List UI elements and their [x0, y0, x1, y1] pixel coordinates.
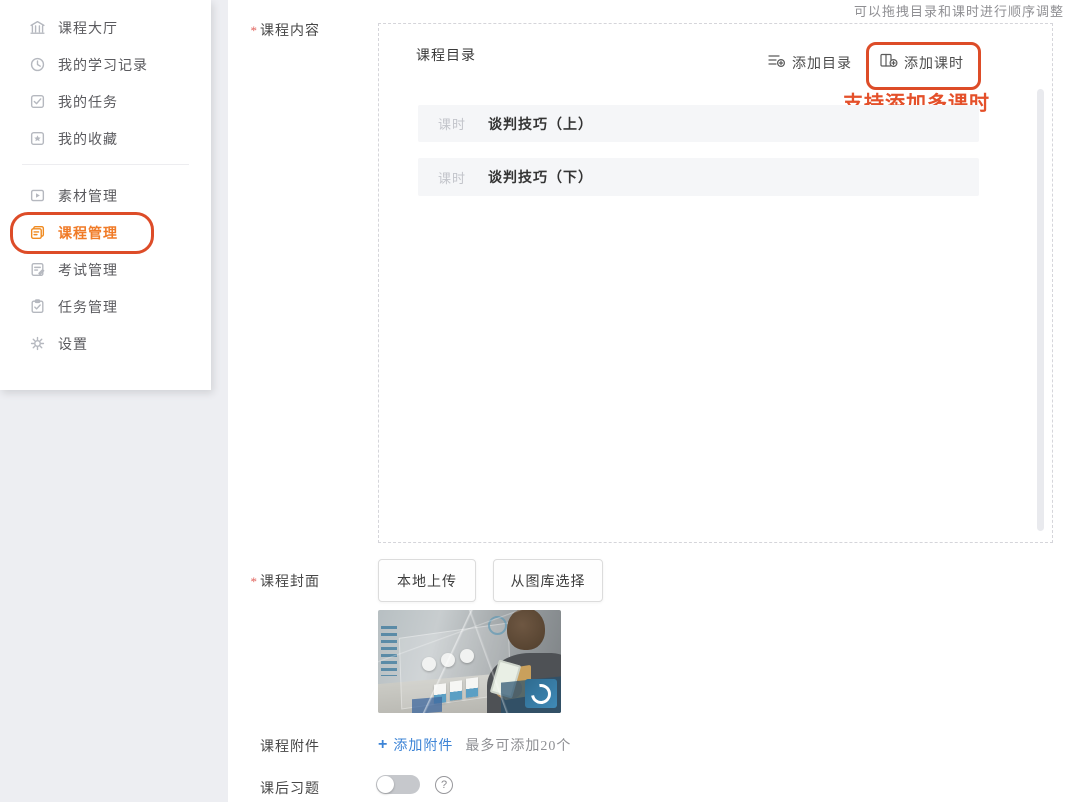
sidebar-item-label: 考试管理: [58, 261, 118, 278]
sidebar-nav: 课程大厅 我的学习记录 我的任务 我的收藏 素材管理 课程管理 考试管理 任务管…: [0, 0, 211, 362]
exam-edit-icon: [28, 261, 46, 279]
field-label-exercise: 课后习题: [260, 782, 320, 797]
field-label-course-content: * 课程内容: [250, 23, 320, 39]
sidebar-item-label: 我的收藏: [58, 130, 118, 147]
lesson-title: 谈判技巧（上）: [488, 117, 594, 133]
sidebar-item-course-hall[interactable]: 课程大厅: [0, 9, 211, 46]
collect-star-icon: [28, 130, 46, 148]
sidebar-item-label: 任务管理: [58, 298, 118, 315]
add-lesson-label: 添加课时: [904, 57, 964, 72]
upload-local-button[interactable]: 本地上传: [378, 559, 476, 602]
add-attachment-link[interactable]: 添加附件: [393, 735, 453, 755]
sidebar-item-learning-records[interactable]: 我的学习记录: [0, 46, 211, 83]
sidebar-item-label: 课程管理: [58, 224, 118, 241]
exercise-toggle[interactable]: [376, 775, 420, 794]
lesson-row[interactable]: 课时 谈判技巧（上）: [418, 105, 979, 142]
sidebar-item-my-favorites[interactable]: 我的收藏: [0, 120, 211, 157]
help-icon[interactable]: ?: [435, 776, 453, 794]
bank-icon: [28, 19, 46, 37]
required-asterisk: *: [250, 23, 258, 38]
sidebar-item-my-tasks[interactable]: 我的任务: [0, 83, 211, 120]
lesson-tag: 课时: [438, 117, 467, 132]
lesson-title: 谈判技巧（下）: [488, 171, 594, 186]
task-clipboard-icon: [28, 298, 46, 316]
attachment-limit-hint: 最多可添加20个: [465, 739, 572, 754]
task-check-icon: [28, 93, 46, 111]
media-icon: [28, 187, 46, 205]
toggle-knob: [377, 776, 394, 793]
add-lesson-icon: [880, 53, 898, 73]
sidebar-item-task-management[interactable]: 任务管理: [0, 288, 211, 325]
sidebar-item-settings[interactable]: 设置: [0, 325, 211, 362]
sidebar-item-exam-management[interactable]: 考试管理: [0, 251, 211, 288]
cover-wireframe-lines: [378, 610, 561, 713]
sidebar-item-course-management[interactable]: 课程管理: [0, 214, 211, 251]
sidebar-item-label: 设置: [58, 335, 88, 352]
plus-icon: +: [378, 736, 388, 753]
main-panel: 可以拖拽目录和课时进行顺序调整 * 课程内容 课程目录 添加目录 添加课时 支持添…: [228, 0, 1080, 802]
panel-scrollbar[interactable]: [1037, 89, 1044, 531]
required-asterisk: *: [250, 574, 258, 589]
lesson-tag: 课时: [438, 170, 467, 186]
add-catalog-icon: [768, 53, 786, 73]
from-gallery-button[interactable]: 从图库选择: [493, 559, 603, 602]
sidebar-item-label: 我的任务: [58, 93, 118, 110]
sidebar-item-label: 课程大厅: [58, 19, 118, 36]
gear-icon: [28, 335, 46, 353]
add-catalog-button[interactable]: 添加目录: [768, 53, 852, 73]
drag-hint-text: 可以拖拽目录和课时进行顺序调整: [853, 4, 1064, 19]
lesson-row[interactable]: 课时 谈判技巧（下）: [418, 158, 979, 196]
sidebar-item-material-management[interactable]: 素材管理: [0, 177, 211, 214]
course-cover-image: [378, 610, 561, 713]
course-content-panel: 课程目录 添加目录 添加课时 支持添加多课时 课时 谈判技巧（上） 课时 谈判技…: [378, 23, 1053, 543]
field-label-attachment: 课程附件: [260, 740, 320, 755]
sidebar-item-label: 我的学习记录: [58, 56, 148, 73]
sidebar-item-label: 素材管理: [58, 187, 118, 204]
add-lesson-button[interactable]: 添加课时: [880, 53, 964, 73]
attachment-row: + 添加附件 最多可添加20个: [378, 735, 571, 755]
add-catalog-label: 添加目录: [792, 57, 852, 72]
sidebar: 课程大厅 我的学习记录 我的任务 我的收藏 素材管理 课程管理 考试管理 任务管…: [0, 0, 211, 390]
page-background: 课程大厅 我的学习记录 我的任务 我的收藏 素材管理 课程管理 考试管理 任务管…: [0, 0, 1080, 802]
sidebar-divider: [22, 164, 189, 165]
clock-icon: [28, 56, 46, 74]
panel-title: 课程目录: [416, 49, 476, 64]
field-label-course-cover: * 课程封面: [250, 574, 320, 590]
course-books-icon: [28, 224, 46, 242]
